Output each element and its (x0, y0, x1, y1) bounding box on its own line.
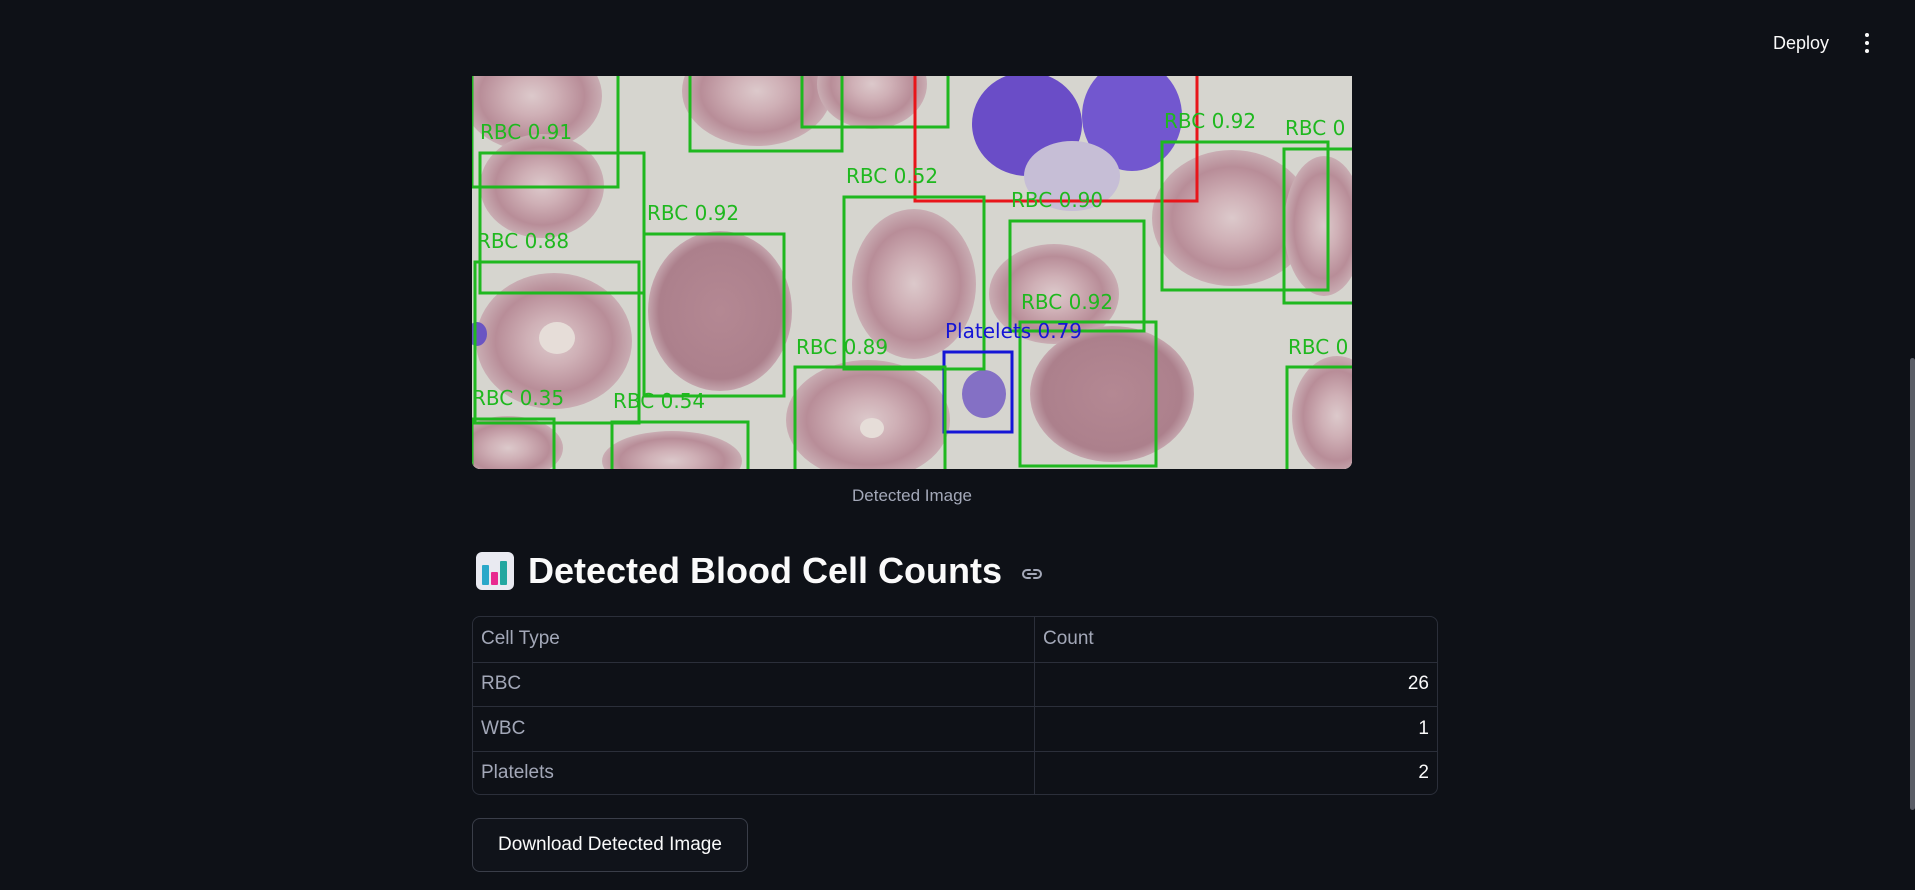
detection-label: RBC 0.90 (1011, 188, 1103, 212)
deploy-button[interactable]: Deploy (1758, 26, 1844, 60)
cell-count: 2 (1418, 762, 1429, 784)
detection-label: Platelets 0.79 (945, 319, 1082, 343)
counts-table[interactable]: Cell Type Count RBC 26 WBC 1 Platelets 2 (472, 616, 1438, 795)
vertical-dots-icon[interactable] (1855, 26, 1879, 60)
cell-count: 1 (1418, 717, 1429, 739)
bar-chart-icon (476, 552, 514, 590)
detection-label: RBC 0.89 (796, 335, 888, 359)
detection-label: RBC 0.92 (1164, 109, 1256, 133)
table-row: Platelets 2 (473, 750, 1437, 794)
section-heading: Detected Blood Cell Counts (476, 546, 1044, 596)
detected-image: RBC 0.91 RBC 0.92 RBC 0.88 RBC 0.52 RBC … (472, 76, 1352, 469)
detection-label: RBC 0.88 (477, 229, 569, 253)
app-header: Deploy (0, 0, 1915, 76)
table-header-row: Cell Type Count (473, 617, 1437, 662)
link-icon[interactable] (1020, 562, 1044, 586)
detected-image-canvas: RBC 0.91 RBC 0.92 RBC 0.88 RBC 0.52 RBC … (472, 76, 1352, 469)
cell-type: WBC (473, 707, 1035, 751)
page-title: Detected Blood Cell Counts (528, 550, 1003, 591)
column-header-cell-type[interactable]: Cell Type (473, 617, 1035, 662)
detection-label: RBC 0.52 (846, 164, 938, 188)
table-row: RBC 26 (473, 661, 1437, 706)
detection-label: RBC 0.92 (1021, 290, 1113, 314)
detection-label: RBC 0 (1288, 335, 1348, 359)
detection-label: RBC 0.35 (472, 386, 564, 410)
scrollbar-thumb[interactable] (1910, 358, 1915, 810)
detection-label: RBC 0 (1285, 116, 1345, 140)
download-image-button[interactable]: Download Detected Image (472, 818, 748, 872)
image-caption: Detected Image (851, 486, 972, 505)
cell-count: 26 (1407, 673, 1429, 695)
cell-type: RBC (473, 662, 1035, 706)
detection-label: RBC 0.54 (613, 389, 705, 413)
detection-label: RBC 0.92 (647, 201, 739, 225)
cell-type: Platelets (473, 751, 1035, 794)
table-row: WBC 1 (473, 706, 1437, 751)
detection-label: RBC 0.91 (480, 120, 572, 144)
column-header-count[interactable]: Count (1035, 617, 1437, 662)
